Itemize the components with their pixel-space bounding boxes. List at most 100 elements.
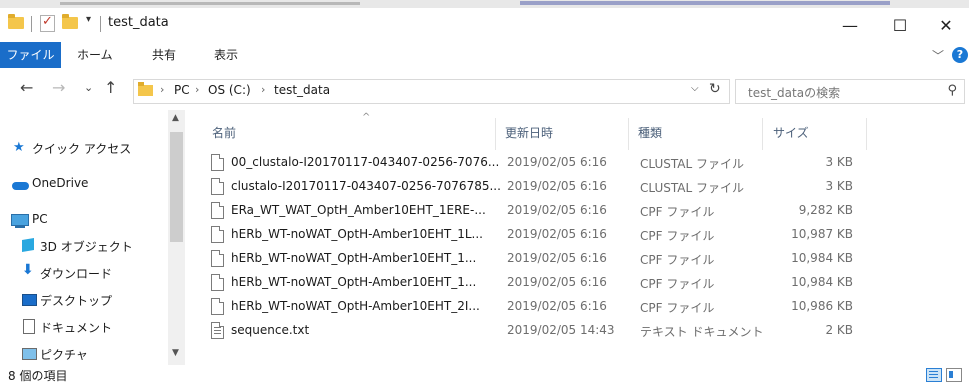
table-row[interactable]: hERb_WT-noWAT_OptH-Amber10EHT_2I... 2019… xyxy=(207,295,867,319)
table-row[interactable]: hERb_WT-noWAT_OptH-Amber10EHT_1... 2019/… xyxy=(207,247,867,271)
nav-item-3d-objects[interactable]: 3D オブジェクト xyxy=(40,238,133,255)
title-bar: ✓ ▾ test_data — ☐ ✕ xyxy=(0,8,969,42)
recent-locations-chevron-icon[interactable]: ⌄ xyxy=(84,81,93,94)
refresh-icon[interactable]: ↻ xyxy=(709,81,721,97)
file-type: CPF ファイル xyxy=(640,229,715,243)
search-placeholder: test_dataの検索 xyxy=(748,86,841,100)
file-name: hERb_WT-noWAT_OptH-Amber10EHT_1L... xyxy=(231,227,483,241)
file-date: 2019/02/05 6:16 xyxy=(507,155,607,169)
table-row[interactable]: sequence.txt 2019/02/05 14:43 テキスト ドキュメン… xyxy=(207,319,867,343)
nav-item-desktop[interactable]: デスクトップ xyxy=(40,292,112,309)
address-dropdown-icon[interactable]: ⌵ xyxy=(691,83,699,94)
chevron-right-icon[interactable]: › xyxy=(160,83,164,96)
text-file-icon xyxy=(211,322,224,339)
table-row[interactable]: ERa_WT_WAT_OptH_Amber10EHT_1ERE-... 2019… xyxy=(207,199,867,223)
chevron-right-icon[interactable]: › xyxy=(261,83,265,96)
file-name: hERb_WT-noWAT_OptH-Amber10EHT_1... xyxy=(231,251,477,265)
up-arrow-icon[interactable]: ↑ xyxy=(104,78,117,97)
tab-file[interactable]: ファイル xyxy=(0,42,61,68)
scroll-down-icon[interactable]: ▼ xyxy=(172,348,179,358)
column-header-date[interactable]: 更新日時 xyxy=(505,124,553,141)
column-header-label: 名前 xyxy=(212,126,237,140)
background-window-strip xyxy=(0,0,969,8)
tab-home[interactable]: ホーム xyxy=(77,42,113,68)
new-folder-icon[interactable] xyxy=(62,14,78,29)
forward-arrow-icon[interactable]: → xyxy=(52,78,65,97)
file-icon xyxy=(211,154,224,171)
table-row[interactable]: 00_clustalo-I20170117-043407-0256-7076..… xyxy=(207,151,867,175)
nav-item-pc[interactable]: PC xyxy=(32,212,48,226)
nav-item-pictures[interactable]: ピクチャ xyxy=(40,346,88,363)
separator xyxy=(31,16,32,32)
ribbon-tabs: ファイル ホーム 共有 表示 ﹀ ? xyxy=(0,42,969,69)
file-icon xyxy=(211,178,224,195)
file-date: 2019/02/05 6:16 xyxy=(507,227,607,241)
file-date: 2019/02/05 6:16 xyxy=(507,275,607,289)
column-divider[interactable] xyxy=(495,118,496,150)
column-header-name[interactable]: 名前 xyxy=(212,124,236,141)
file-size: 2 KB xyxy=(825,323,853,337)
file-type: テキスト ドキュメント xyxy=(640,325,764,339)
desktop-icon xyxy=(22,294,37,306)
sort-ascending-icon: ^ xyxy=(362,112,371,123)
file-type: CLUSTAL ファイル xyxy=(640,157,744,171)
large-icons-view-icon[interactable] xyxy=(946,368,962,382)
column-divider[interactable] xyxy=(866,118,867,150)
computer-stand xyxy=(15,226,25,228)
expand-ribbon-chevron-icon[interactable]: ﹀ xyxy=(932,47,944,64)
file-icon xyxy=(211,298,224,315)
nav-item-quick-access[interactable]: クイック アクセス xyxy=(32,140,131,157)
document-icon xyxy=(23,319,35,334)
file-name: hERb_WT-noWAT_OptH-Amber10EHT_1... xyxy=(231,275,477,289)
folder-icon xyxy=(138,82,153,96)
properties-check-icon[interactable]: ✓ xyxy=(40,14,55,32)
breadcrumb-pc[interactable]: PC xyxy=(174,83,190,97)
file-date: 2019/02/05 14:43 xyxy=(507,323,615,337)
customize-toolbar-icon[interactable]: ▾ xyxy=(86,14,91,25)
table-row[interactable]: hERb_WT-noWAT_OptH-Amber10EHT_1... 2019/… xyxy=(207,271,867,295)
column-divider[interactable] xyxy=(628,118,629,150)
file-type: CPF ファイル xyxy=(640,277,715,291)
file-size: 10,984 KB xyxy=(791,251,853,265)
nav-item-documents[interactable]: ドキュメント xyxy=(40,319,112,336)
help-icon[interactable]: ? xyxy=(952,47,968,63)
star-icon: ★ xyxy=(13,140,25,155)
file-date: 2019/02/05 6:16 xyxy=(507,203,607,217)
tab-share[interactable]: 共有 xyxy=(152,42,176,68)
computer-icon xyxy=(11,214,29,226)
breadcrumb-drive[interactable]: OS (C:) xyxy=(208,83,251,97)
table-row[interactable]: clustalo-I20170117-043407-0256-7076785..… xyxy=(207,175,867,199)
item-count: 8 個の項目 xyxy=(8,369,68,383)
close-button[interactable]: ✕ xyxy=(923,8,969,42)
column-header-size[interactable]: サイズ xyxy=(773,124,809,141)
file-name: clustalo-I20170117-043407-0256-7076785..… xyxy=(231,179,501,193)
tab-view[interactable]: 表示 xyxy=(214,42,238,68)
nav-pane-scrollbar[interactable]: ▲ ▼ xyxy=(168,110,185,365)
nav-item-downloads[interactable]: ダウンロード xyxy=(40,265,112,282)
address-bar[interactable]: › PC › OS (C:) › test_data ⌵ ↻ xyxy=(133,79,730,104)
details-view-icon[interactable] xyxy=(926,368,942,382)
navigation-pane: ★ クイック アクセス OneDrive PC 3D オブジェクト ⬇ ダウンロ… xyxy=(0,110,187,365)
scroll-up-icon[interactable]: ▲ xyxy=(172,113,179,123)
nav-item-onedrive[interactable]: OneDrive xyxy=(32,176,88,190)
search-icon[interactable]: ⚲ xyxy=(947,83,957,98)
window-title: test_data xyxy=(108,15,169,30)
chevron-right-icon[interactable]: › xyxy=(195,83,199,96)
file-type: CPF ファイル xyxy=(640,301,715,315)
file-name: 00_clustalo-I20170117-043407-0256-7076..… xyxy=(231,155,500,169)
file-size: 10,987 KB xyxy=(791,227,853,241)
column-divider[interactable] xyxy=(762,118,763,150)
minimize-button[interactable]: — xyxy=(827,8,873,42)
file-icon xyxy=(211,274,224,291)
breadcrumb-folder[interactable]: test_data xyxy=(274,83,330,97)
maximize-button[interactable]: ☐ xyxy=(877,8,923,42)
scrollbar-thumb[interactable] xyxy=(170,132,183,242)
separator xyxy=(100,16,101,32)
back-arrow-icon[interactable]: ← xyxy=(20,78,33,97)
column-header-type[interactable]: 種類 xyxy=(638,124,662,141)
search-input[interactable]: test_dataの検索 ⚲ xyxy=(735,79,965,104)
file-name: hERb_WT-noWAT_OptH-Amber10EHT_2I... xyxy=(231,299,480,313)
table-row[interactable]: hERb_WT-noWAT_OptH-Amber10EHT_1L... 2019… xyxy=(207,223,867,247)
file-size: 10,984 KB xyxy=(791,275,853,289)
picture-icon xyxy=(22,348,37,360)
